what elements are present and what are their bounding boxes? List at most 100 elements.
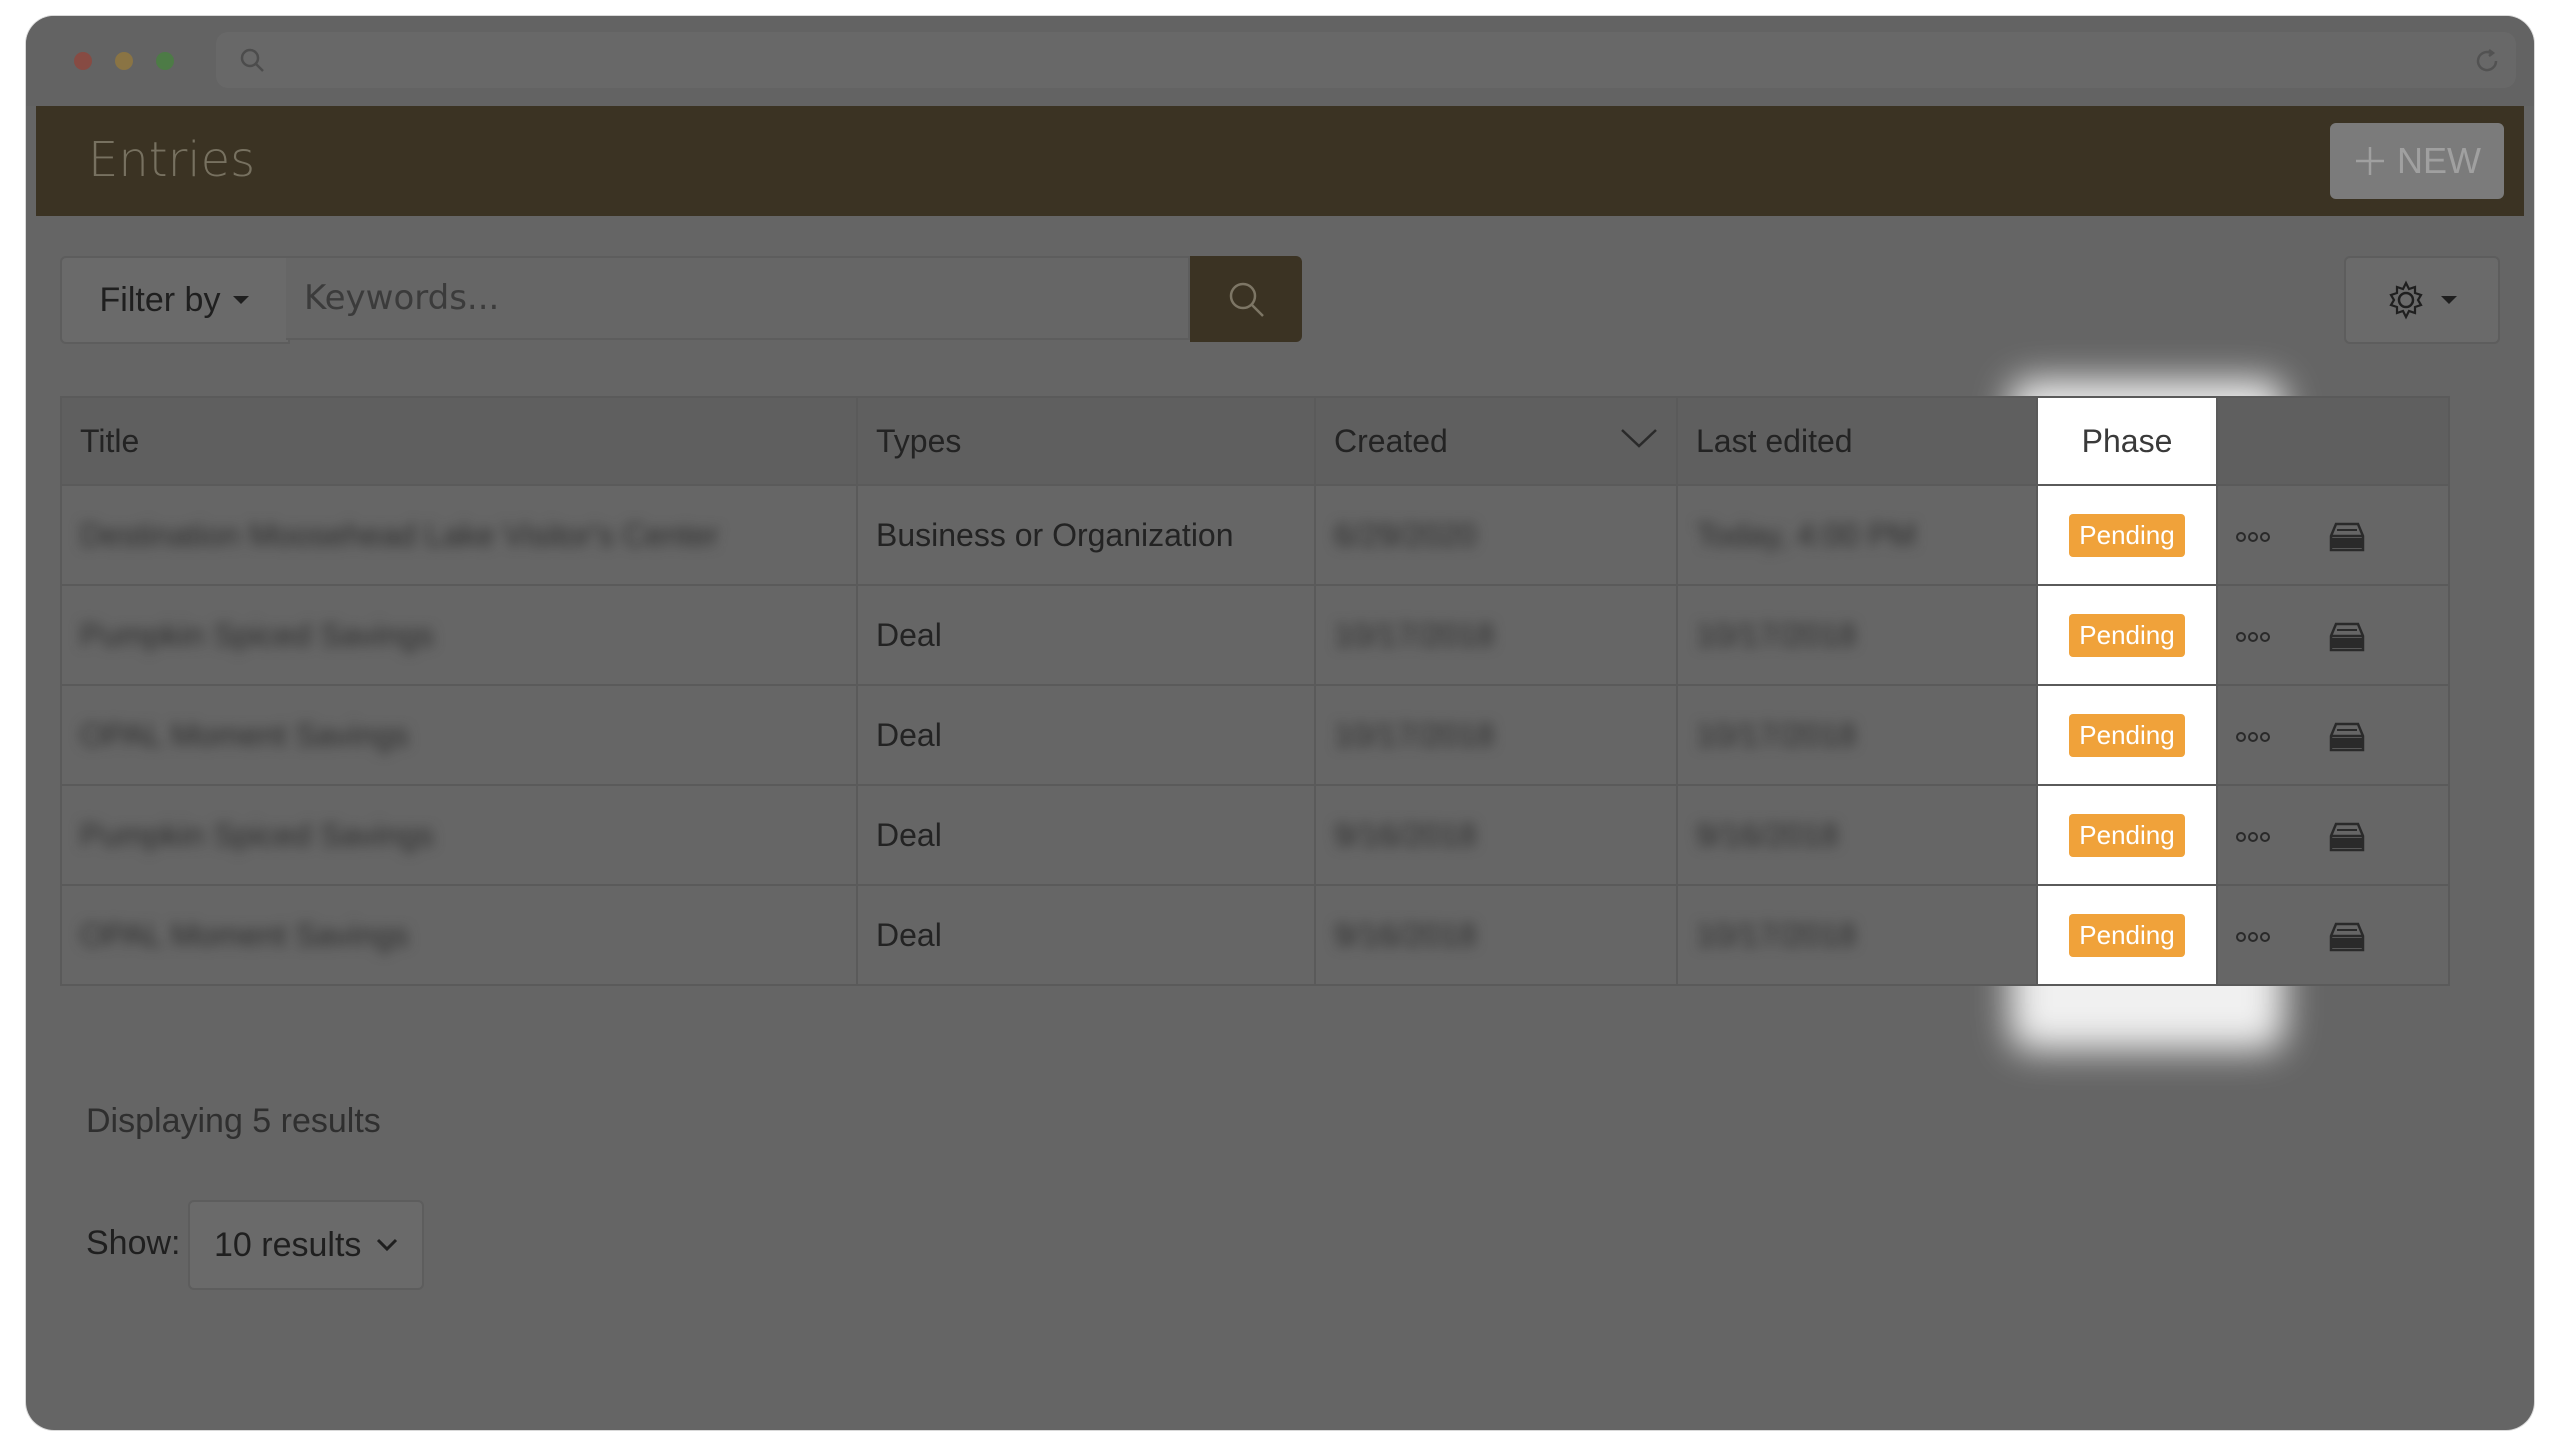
row-type: Deal (856, 784, 1316, 886)
row-edited-text: 10/17/2018 (1696, 616, 1857, 653)
archive-icon[interactable] (2329, 922, 2365, 952)
row-title-text: OPAL Moment Savings (80, 716, 410, 753)
row-title-text: OPAL Moment Savings (80, 916, 410, 953)
results-count: Displaying 5 results (86, 1102, 381, 1140)
archive-icon[interactable] (2329, 622, 2365, 652)
ellipsis-icon[interactable] (2236, 731, 2270, 743)
row-more (2217, 484, 2311, 586)
column-header-created[interactable]: Created (1314, 396, 1678, 486)
table-row[interactable]: OPAL Moment Savings Deal 9/16/2018 10/17… (60, 884, 2450, 986)
column-header-actions (2217, 396, 2311, 486)
filter-label: Filter by (99, 280, 221, 319)
row-phase: Pending (2036, 884, 2218, 986)
row-edited: 9/16/2018 (1676, 784, 2038, 886)
search-button[interactable] (1190, 256, 1302, 342)
row-phase: Pending (2036, 484, 2218, 586)
ellipsis-icon[interactable] (2236, 631, 2270, 643)
row-type: Deal (856, 584, 1316, 686)
new-entry-button[interactable]: NEW (2330, 123, 2504, 199)
status-badge: Pending (2069, 913, 2185, 957)
caret-down-icon (2441, 296, 2457, 304)
keywords-input[interactable] (286, 256, 1190, 340)
row-archive (2311, 684, 2450, 786)
column-header-last-edited[interactable]: Last edited (1676, 396, 2038, 486)
row-edited: Today, 4:00 PM (1676, 484, 2038, 586)
row-created: 10/17/2018 (1314, 584, 1678, 686)
archive-icon[interactable] (2329, 522, 2365, 552)
status-badge: Pending (2069, 613, 2185, 657)
ellipsis-icon[interactable] (2236, 931, 2270, 943)
title-bar (26, 16, 2534, 106)
row-edited: 10/17/2018 (1676, 884, 2038, 986)
ellipsis-icon[interactable] (2236, 531, 2270, 543)
row-archive (2311, 484, 2450, 586)
close-window-button[interactable] (74, 52, 92, 70)
chevron-down-icon (376, 1238, 398, 1252)
archive-icon[interactable] (2329, 722, 2365, 752)
archive-icon[interactable] (2329, 822, 2365, 852)
row-more (2217, 584, 2311, 686)
maximize-window-button[interactable] (156, 52, 174, 70)
entries-table: Title Types Created Last edited Phase De… (60, 396, 2450, 986)
row-type: Business or Organization (856, 484, 1316, 586)
row-edited-text: Today, 4:00 PM (1696, 516, 1916, 553)
results-per-page-select[interactable]: 10 results (188, 1200, 424, 1290)
row-title-text: Pumpkin Spiced Savings (80, 616, 434, 653)
created-header-label: Created (1334, 422, 1448, 459)
reload-icon[interactable] (2472, 46, 2502, 76)
search-icon (240, 48, 264, 72)
row-created: 6/29/2020 (1314, 484, 1678, 586)
address-bar[interactable] (216, 32, 2516, 88)
page-title: Entries (88, 132, 256, 188)
column-header-types[interactable]: Types (856, 396, 1316, 486)
row-title-text: Destination Moosehead Lake Visitor's Cen… (80, 516, 719, 553)
row-created: 10/17/2018 (1314, 684, 1678, 786)
row-more (2217, 784, 2311, 886)
filter-dropdown[interactable]: Filter by (60, 256, 290, 344)
column-header-phase[interactable]: Phase (2036, 396, 2218, 486)
row-edited-text: 10/17/2018 (1696, 716, 1857, 753)
row-phase: Pending (2036, 584, 2218, 686)
row-edited-text: 10/17/2018 (1696, 916, 1857, 953)
show-label: Show: (86, 1224, 181, 1262)
gear-icon (2389, 280, 2423, 320)
caret-down-icon (233, 296, 250, 304)
row-archive (2311, 784, 2450, 886)
settings-dropdown[interactable] (2344, 256, 2500, 344)
row-edited: 10/17/2018 (1676, 584, 2038, 686)
column-header-title[interactable]: Title (60, 396, 858, 486)
minimize-window-button[interactable] (115, 52, 133, 70)
row-archive (2311, 884, 2450, 986)
row-title[interactable]: Destination Moosehead Lake Visitor's Cen… (60, 484, 858, 586)
row-more (2217, 684, 2311, 786)
row-created: 9/16/2018 (1314, 784, 1678, 886)
table-row[interactable]: Pumpkin Spiced Savings Deal 9/16/2018 9/… (60, 784, 2450, 886)
table-row[interactable]: Pumpkin Spiced Savings Deal 10/17/2018 1… (60, 584, 2450, 686)
new-button-label: NEW (2397, 140, 2481, 181)
status-badge: Pending (2069, 513, 2185, 557)
row-created-text: 10/17/2018 (1334, 616, 1495, 653)
search-icon (1229, 282, 1264, 317)
status-badge: Pending (2069, 713, 2185, 757)
row-created-text: 9/16/2018 (1334, 816, 1477, 853)
row-archive (2311, 584, 2450, 686)
plus-icon (2356, 147, 2384, 175)
row-type: Deal (856, 884, 1316, 986)
column-header-archive (2311, 396, 2450, 486)
row-title[interactable]: Pumpkin Spiced Savings (60, 584, 858, 686)
row-title[interactable]: OPAL Moment Savings (60, 884, 858, 986)
row-edited-text: 9/16/2018 (1696, 816, 1839, 853)
row-title[interactable]: Pumpkin Spiced Savings (60, 784, 858, 886)
row-type: Deal (856, 684, 1316, 786)
ellipsis-icon[interactable] (2236, 831, 2270, 843)
row-created-text: 6/29/2020 (1334, 516, 1477, 553)
row-edited: 10/17/2018 (1676, 684, 2038, 786)
sort-chevron-down-icon[interactable] (1620, 427, 1658, 449)
table-row[interactable]: OPAL Moment Savings Deal 10/17/2018 10/1… (60, 684, 2450, 786)
row-created: 9/16/2018 (1314, 884, 1678, 986)
status-badge: Pending (2069, 813, 2185, 857)
row-more (2217, 884, 2311, 986)
row-phase: Pending (2036, 684, 2218, 786)
table-row[interactable]: Destination Moosehead Lake Visitor's Cen… (60, 484, 2450, 586)
row-title[interactable]: OPAL Moment Savings (60, 684, 858, 786)
